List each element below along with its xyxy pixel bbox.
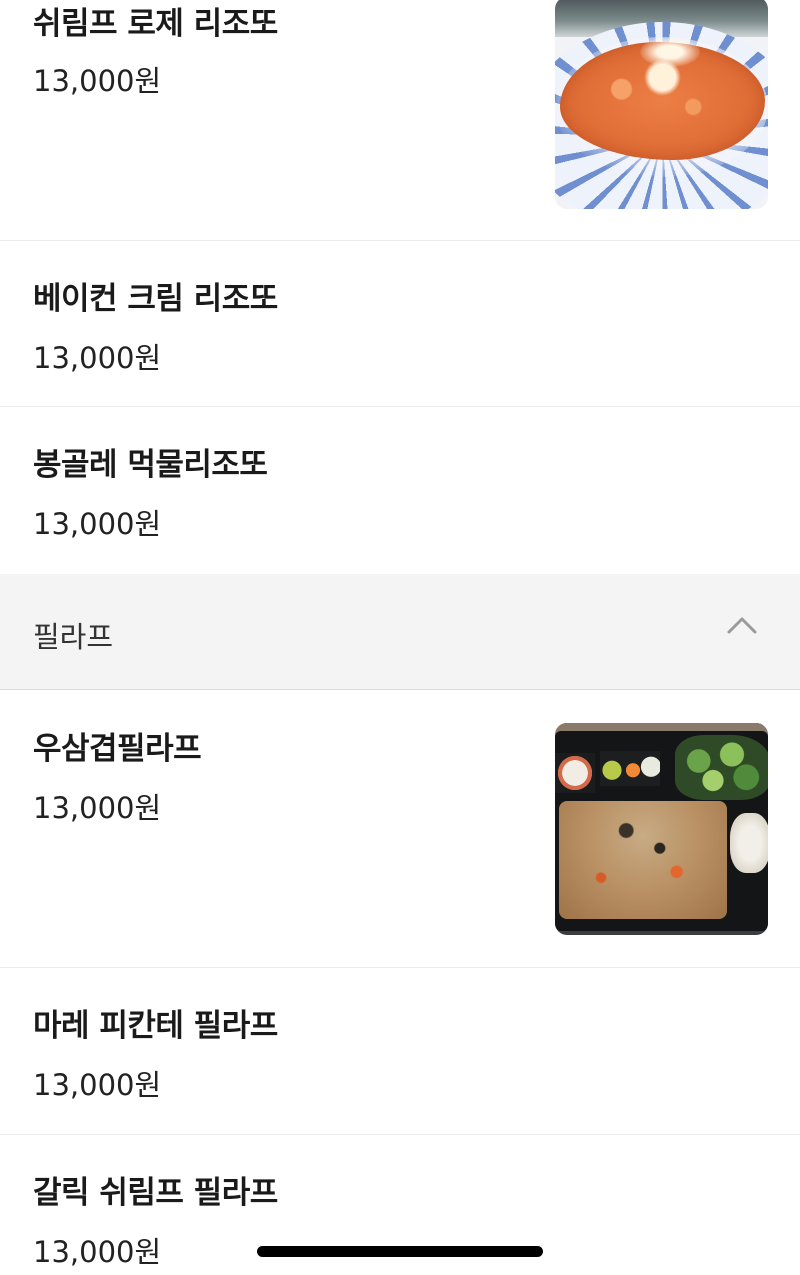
- menu-item[interactable]: 베이컨 크림 리조또 13,000원: [0, 241, 800, 407]
- menu-item-price: 13,000원: [33, 791, 162, 825]
- photo-side-dish: [555, 753, 595, 793]
- menu-item[interactable]: 봉골레 먹물리조또 13,000원: [0, 407, 800, 574]
- photo-side-chicken: [730, 813, 768, 873]
- menu-item-price: 13,000원: [33, 341, 162, 375]
- menu-item-name: 마레 피칸테 필라프: [33, 1008, 278, 1044]
- menu-item-photo[interactable]: [555, 723, 768, 935]
- menu-item-photo[interactable]: [555, 0, 768, 209]
- menu-item-name: 쉬림프 로제 리조또: [33, 6, 278, 42]
- photo-pilaf-rice: [559, 801, 727, 919]
- menu-item[interactable]: 우삼겹필라프 13,000원: [0, 691, 800, 968]
- category-title: 필라프: [33, 620, 114, 654]
- photo-cheese-topping: [640, 37, 700, 67]
- menu-item-price: 13,000원: [33, 1068, 162, 1102]
- menu-item-name: 베이컨 크림 리조또: [33, 281, 278, 317]
- menu-item-name: 우삼겹필라프: [33, 731, 202, 767]
- photo-pickles: [600, 751, 660, 786]
- category-header-pilaf[interactable]: 필라프: [0, 574, 800, 690]
- photo-salad: [675, 735, 768, 800]
- chevron-up-icon[interactable]: [727, 615, 757, 635]
- menu-item[interactable]: 마레 피칸테 필라프 13,000원: [0, 968, 800, 1135]
- menu-list-page: 쉬림프 로제 리조또 13,000원 베이컨 크림 리조또 13,000원 봉골…: [0, 0, 800, 1275]
- menu-item-price: 13,000원: [33, 64, 162, 98]
- home-indicator[interactable]: [257, 1246, 543, 1257]
- menu-item[interactable]: 쉬림프 로제 리조또 13,000원: [0, 0, 800, 241]
- menu-item-name: 갈릭 쉬림프 필라프: [33, 1175, 278, 1211]
- menu-item-price: 13,000원: [33, 507, 162, 541]
- menu-item-price: 13,000원: [33, 1235, 162, 1269]
- menu-item-name: 봉골레 먹물리조또: [33, 447, 268, 483]
